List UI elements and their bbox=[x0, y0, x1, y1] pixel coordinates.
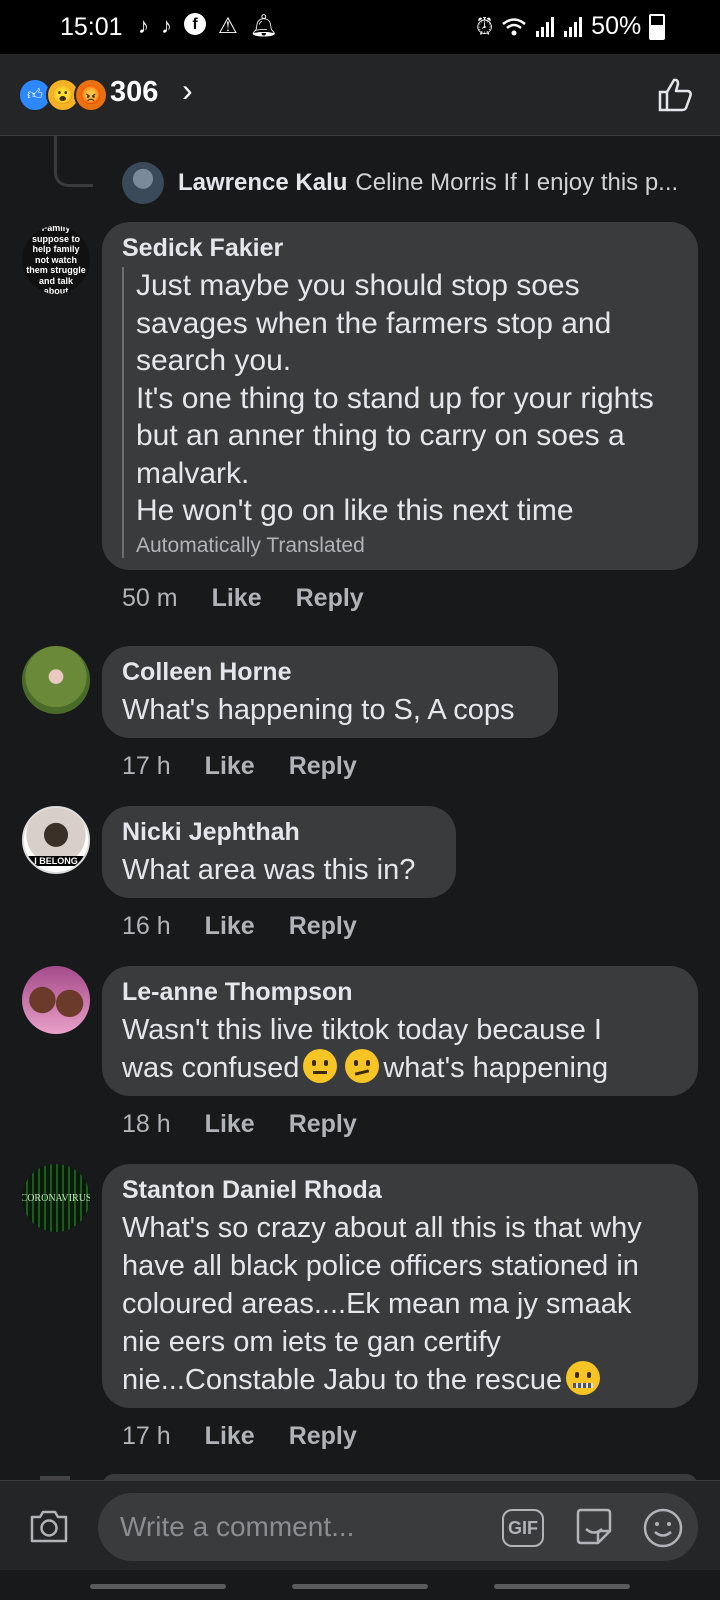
avatar[interactable]: I BELONG bbox=[22, 806, 90, 874]
chevron-right-icon[interactable]: › bbox=[182, 72, 193, 109]
notification-icon: ⚠ bbox=[218, 13, 238, 38]
comments-list[interactable]: Lawrence Kalu Celine Morris If I enjoy t… bbox=[0, 136, 720, 1480]
signal-icon bbox=[564, 16, 583, 37]
comment-bubble[interactable]: Sedick Fakier Just maybe you should stop… bbox=[102, 222, 698, 570]
comment-body: What area was this in? bbox=[122, 854, 416, 886]
camera-icon[interactable] bbox=[28, 1505, 70, 1547]
comment-text: what's happening bbox=[383, 1052, 609, 1084]
comment-time: 17 h bbox=[122, 1422, 171, 1450]
reply-button[interactable]: Reply bbox=[296, 584, 364, 613]
comment-text: was confused bbox=[122, 1052, 300, 1084]
reaction-summary-bar[interactable]: 👍︎ 😮 😡 306 › bbox=[0, 54, 720, 136]
comment-author[interactable]: Nicki Jephthah bbox=[122, 818, 436, 847]
tiktok-icon: ♪ bbox=[138, 13, 149, 38]
recents-gesture-handle[interactable] bbox=[494, 1584, 630, 1589]
comment-author[interactable]: Le-anne Thompson bbox=[122, 978, 678, 1007]
comment-line: What's so crazy about all this is that w… bbox=[122, 1212, 642, 1244]
comment-actions: 50 m Like Reply bbox=[122, 584, 364, 613]
notification-icons: ♪ ♪ f ⚠ 🔔︎ bbox=[138, 13, 278, 39]
reply-preview[interactable]: Lawrence Kalu Celine Morris If I enjoy t… bbox=[122, 162, 678, 204]
comment-actions: 16 h Like Reply bbox=[122, 912, 357, 941]
comment-body: What's happening to S, A cops bbox=[122, 694, 515, 726]
gif-button[interactable]: GIF bbox=[502, 1509, 544, 1547]
like-button[interactable]: Like bbox=[205, 912, 255, 941]
comment-line: search you. bbox=[136, 344, 292, 377]
home-gesture-handle[interactable] bbox=[292, 1584, 428, 1589]
comment-bubble[interactable]: Stanton Daniel Rhoda What's so crazy abo… bbox=[102, 1164, 698, 1408]
like-button[interactable]: Like bbox=[212, 584, 262, 613]
comment-line: malvark. bbox=[136, 456, 250, 490]
signal-icon bbox=[536, 16, 555, 37]
angry-reaction-icon: 😡 bbox=[74, 78, 108, 112]
comment-author[interactable]: Sedick Fakier bbox=[122, 234, 678, 263]
emoji-icon[interactable] bbox=[642, 1507, 684, 1549]
comment-time: 17 h bbox=[122, 752, 171, 780]
comment-actions: 17 h Like Reply bbox=[122, 1422, 357, 1451]
facebook-icon: f bbox=[184, 13, 206, 35]
comment-text: nie...Constable Jabu to the rescue bbox=[122, 1364, 563, 1396]
comment-line: but an anner thing to carry on soes a bbox=[136, 419, 625, 452]
avatar[interactable] bbox=[122, 162, 164, 204]
translated-text: Just maybe you should stop soes savages … bbox=[122, 267, 678, 558]
thread-connector bbox=[54, 136, 93, 187]
alarm-icon: ⏰︎ bbox=[476, 13, 494, 39]
comments-screen: 15:01 ♪ ♪ f ⚠ 🔔︎ ⏰︎ 50% 👍︎ 😮 😡 306 › Law… bbox=[0, 0, 720, 1600]
comment-bubble[interactable]: Le-anne Thompson Wasn't this live tiktok… bbox=[102, 966, 698, 1096]
battery-percent: 50% bbox=[591, 12, 642, 40]
avatar[interactable] bbox=[22, 966, 90, 1034]
reaction-icons: 👍︎ 😮 😡 bbox=[18, 78, 108, 112]
reply-author[interactable]: Lawrence Kalu bbox=[178, 169, 347, 197]
reply-button[interactable]: Reply bbox=[289, 1110, 357, 1139]
translation-note[interactable]: Automatically Translated bbox=[136, 534, 678, 558]
battery-icon bbox=[649, 13, 666, 40]
comment-line: It's one thing to stand up for your righ… bbox=[136, 381, 654, 415]
reply-button[interactable]: Reply bbox=[289, 752, 357, 781]
like-post-icon[interactable] bbox=[656, 76, 694, 114]
reaction-count[interactable]: 306 bbox=[110, 76, 158, 109]
comment-actions: 17 h Like Reply bbox=[122, 752, 357, 781]
back-gesture-handle[interactable] bbox=[90, 1584, 226, 1589]
tiktok-icon: ♪ bbox=[161, 13, 172, 38]
bell-icon: 🔔︎ bbox=[249, 13, 278, 38]
confused-face-icon bbox=[345, 1049, 380, 1083]
comment-line: savages when the farmers stop and bbox=[136, 306, 612, 340]
comment-line: have all black police officers stationed… bbox=[122, 1250, 639, 1282]
comment-author[interactable]: Stanton Daniel Rhoda bbox=[122, 1176, 678, 1205]
comment-line: Wasn't this live tiktok today because I bbox=[122, 1014, 602, 1046]
comment-line: was confused what's happening bbox=[122, 1049, 678, 1087]
system-icons: ⏰︎ 50% bbox=[476, 12, 666, 41]
comment-actions: 18 h Like Reply bbox=[122, 1110, 357, 1139]
zipper-mouth-face-icon bbox=[566, 1361, 601, 1395]
comment-time: 18 h bbox=[122, 1110, 171, 1138]
avatar-text: CORONAVIRUS bbox=[22, 1192, 90, 1204]
comment-bubble[interactable]: Nicki Jephthah What area was this in? bbox=[102, 806, 456, 898]
status-bar: 15:01 ♪ ♪ f ⚠ 🔔︎ ⏰︎ 50% bbox=[0, 0, 720, 54]
wifi-icon bbox=[502, 17, 526, 35]
like-button[interactable]: Like bbox=[205, 752, 255, 781]
neutral-face-icon bbox=[303, 1049, 338, 1083]
comment-line: coloured areas....Ek mean ma jy smaak bbox=[122, 1288, 632, 1320]
avatar-text: Family suppose to help family not watch … bbox=[26, 226, 86, 294]
system-navigation-bar bbox=[0, 1570, 720, 1600]
avatar[interactable] bbox=[22, 646, 90, 714]
like-button[interactable]: Like bbox=[205, 1422, 255, 1451]
comment-line: Just maybe you should stop soes bbox=[136, 269, 580, 302]
sticker-icon[interactable] bbox=[572, 1505, 616, 1549]
status-time: 15:01 bbox=[60, 13, 123, 41]
comment-bubble[interactable]: Colleen Horne What's happening to S, A c… bbox=[102, 646, 558, 738]
reply-button[interactable]: Reply bbox=[289, 1422, 357, 1451]
avatar-text: I BELONG bbox=[24, 856, 88, 866]
comment-line: nie...Constable Jabu to the rescue bbox=[122, 1361, 678, 1399]
like-button[interactable]: Like bbox=[205, 1110, 255, 1139]
reply-text: Celine Morris If I enjoy this p... bbox=[355, 169, 679, 196]
comment-composer: GIF bbox=[0, 1480, 720, 1570]
avatar[interactable]: Family suppose to help family not watch … bbox=[22, 226, 90, 294]
comment-line: He won't go on like this next time bbox=[136, 494, 574, 527]
reply-button[interactable]: Reply bbox=[289, 912, 357, 941]
comment-author[interactable]: Colleen Horne bbox=[122, 658, 538, 687]
comment-time: 50 m bbox=[122, 584, 178, 612]
avatar[interactable]: CORONAVIRUS bbox=[22, 1164, 90, 1232]
comment-time: 16 h bbox=[122, 912, 171, 940]
comment-line: nie eers om iets te gan certify bbox=[122, 1326, 501, 1358]
